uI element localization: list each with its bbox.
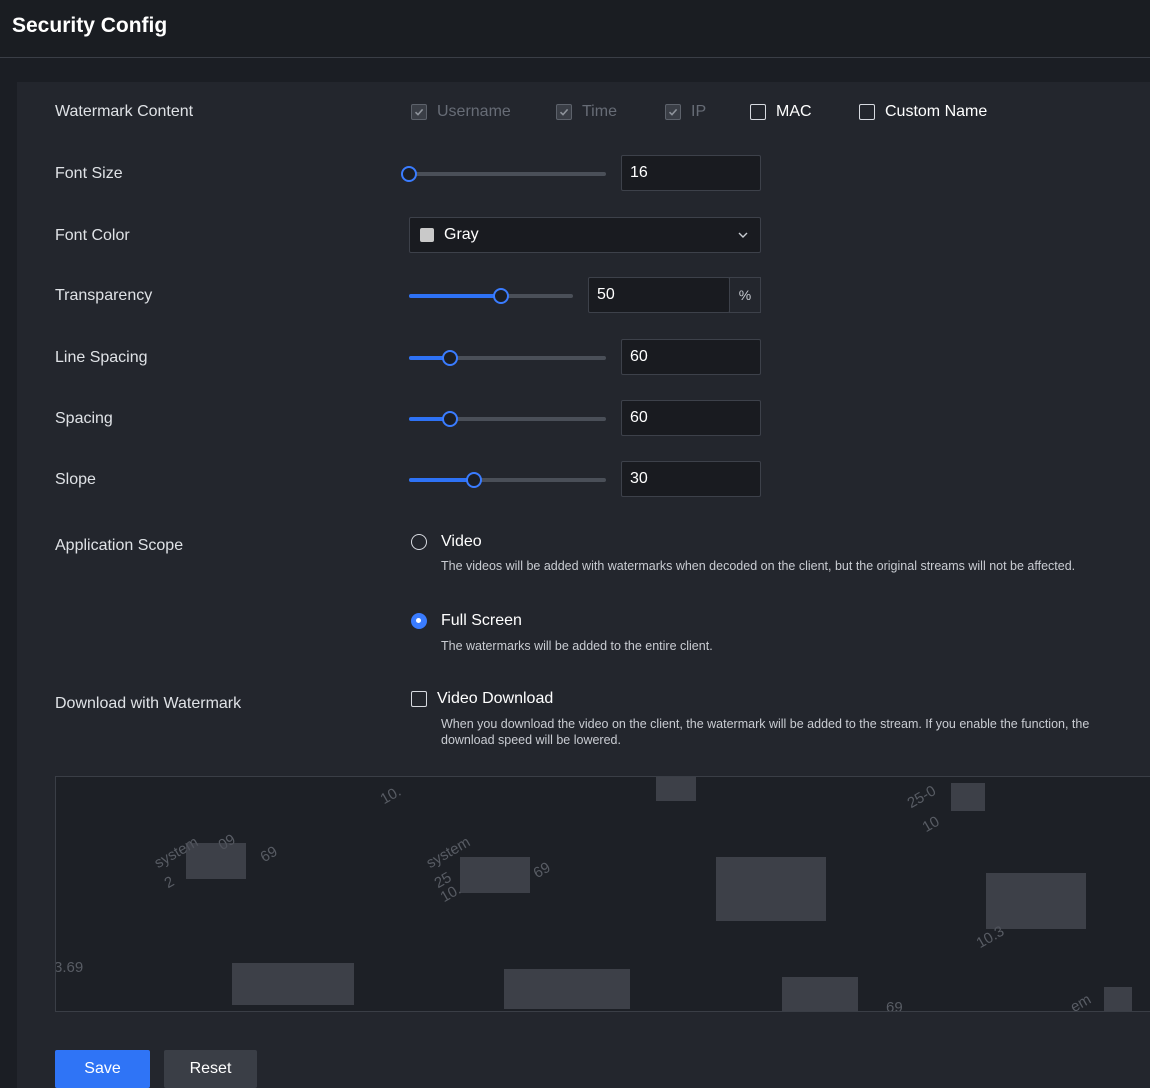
- radio-video[interactable]: Video: [411, 533, 482, 551]
- checkbox-custom-name[interactable]: Custom Name: [859, 103, 987, 121]
- checkbox-checked-icon: [556, 104, 572, 120]
- line-spacing-input[interactable]: [621, 339, 761, 375]
- radio-video-description: The videos will be added with watermarks…: [441, 559, 1076, 573]
- watermark-fragment: 69: [530, 858, 554, 882]
- line-spacing-label: Line Spacing: [55, 349, 148, 366]
- checkbox-checked-icon: [411, 104, 427, 120]
- slider-thumb[interactable]: [466, 472, 482, 488]
- radio-icon[interactable]: [411, 534, 427, 550]
- slider-thumb[interactable]: [401, 166, 417, 182]
- radio-video-label[interactable]: Video: [441, 533, 482, 551]
- watermark-fragment: 10: [919, 812, 943, 836]
- checkbox-ip: IP: [665, 103, 706, 121]
- spacing-input[interactable]: [621, 400, 761, 436]
- checkbox-username-label: Username: [437, 103, 511, 120]
- checkbox-unchecked-icon[interactable]: [859, 104, 875, 120]
- mosaic-block: [716, 857, 826, 921]
- slider-thumb[interactable]: [492, 288, 509, 304]
- slope-input[interactable]: [621, 461, 761, 497]
- page-title: Security Config: [12, 14, 168, 37]
- font-color-select[interactable]: Gray: [409, 217, 761, 253]
- mosaic-block: [186, 843, 246, 879]
- download-watermark-label: Download with Watermark: [55, 695, 242, 712]
- radio-full-screen[interactable]: Full Screen: [411, 612, 522, 630]
- mosaic-block: [986, 873, 1086, 929]
- application-scope-label: Application Scope: [55, 537, 184, 554]
- checkbox-custom-name-label[interactable]: Custom Name: [885, 103, 987, 121]
- slider-fill: [409, 478, 474, 482]
- transparency-input[interactable]: [588, 277, 730, 313]
- watermark-preview: 10. 25-0 10 system 09 2 69 system 25 69 …: [55, 776, 1150, 1012]
- transparency-label: Transparency: [55, 287, 153, 304]
- radio-selected-icon[interactable]: [411, 613, 427, 629]
- font-color-value: Gray: [444, 226, 479, 243]
- mosaic-block: [460, 857, 530, 893]
- watermark-fragment: 2: [161, 873, 178, 892]
- percent-unit: %: [729, 277, 761, 313]
- font-size-slider[interactable]: [401, 166, 606, 182]
- mosaic-block: [656, 777, 696, 801]
- mosaic-block: [951, 783, 985, 811]
- checkbox-mac-label[interactable]: MAC: [776, 103, 812, 121]
- checkbox-mac[interactable]: MAC: [750, 103, 812, 121]
- page-header: Security Config: [0, 0, 1150, 58]
- checkbox-video-download-label[interactable]: Video Download: [437, 690, 553, 708]
- reset-button[interactable]: Reset: [164, 1050, 257, 1088]
- slider-track: [409, 172, 606, 176]
- video-download-description: When you download the video on the clien…: [441, 717, 1090, 747]
- slider-thumb[interactable]: [442, 411, 459, 427]
- font-color-label: Font Color: [55, 227, 130, 244]
- checkbox-time: Time: [556, 103, 617, 121]
- checkbox-unchecked-icon[interactable]: [411, 691, 427, 707]
- radio-full-screen-description: The watermarks will be added to the enti…: [441, 639, 713, 653]
- watermark-fragment: 69: [257, 842, 281, 866]
- transparency-slider[interactable]: [409, 288, 573, 304]
- chevron-down-icon: [738, 232, 748, 238]
- line-spacing-slider[interactable]: [409, 350, 606, 366]
- checkbox-ip-label: IP: [691, 103, 707, 120]
- slope-label: Slope: [55, 471, 96, 488]
- mosaic-block: [1104, 987, 1132, 1011]
- spacing-slider[interactable]: [409, 411, 606, 427]
- mosaic-block: [232, 963, 354, 1005]
- checkbox-checked-icon: [665, 104, 681, 120]
- slider-thumb[interactable]: [442, 350, 459, 366]
- watermark-fragment: 25-0: [904, 782, 940, 812]
- font-size-label: Font Size: [55, 165, 123, 182]
- watermark-content-label: Watermark Content: [55, 103, 194, 120]
- color-swatch: [420, 228, 434, 242]
- font-size-input[interactable]: [621, 155, 761, 191]
- checkbox-username: Username: [411, 103, 511, 121]
- checkbox-unchecked-icon[interactable]: [750, 104, 766, 120]
- radio-full-screen-label[interactable]: Full Screen: [441, 612, 522, 630]
- checkbox-video-download[interactable]: Video Download: [411, 690, 553, 708]
- watermark-fragment: 10.: [377, 782, 405, 808]
- mosaic-block: [504, 969, 630, 1009]
- watermark-fragment: em: [1067, 990, 1095, 1012]
- slider-fill: [409, 294, 501, 298]
- watermark-fragment: 3.69: [55, 959, 84, 976]
- checkbox-time-label: Time: [582, 103, 617, 120]
- watermark-fragment: 69: [886, 999, 903, 1012]
- save-button[interactable]: Save: [55, 1050, 150, 1088]
- slope-slider[interactable]: [409, 472, 606, 488]
- mosaic-block: [782, 977, 858, 1011]
- spacing-label: Spacing: [55, 410, 113, 427]
